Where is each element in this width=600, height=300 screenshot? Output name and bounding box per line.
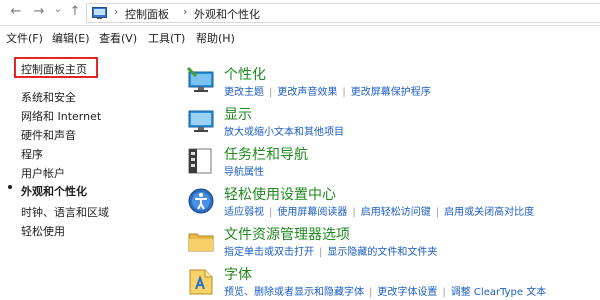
link-change-screen-saver[interactable]: 更改屏幕保护程序 (351, 87, 431, 98)
recent-locations-chevron-icon[interactable]: ⌄ (50, 2, 66, 18)
category-title[interactable]: 轻松使用设置中心 (224, 184, 336, 204)
category-title[interactable]: 文件资源管理器选项 (224, 224, 350, 244)
display-icon (188, 110, 214, 132)
sidebar-item-ease-of-access[interactable]: 轻松使用 (21, 223, 65, 239)
menu-bar: 文件(F) 编辑(E) 查看(V) 工具(T) 帮助(H) (0, 27, 600, 47)
link-divider: | (319, 247, 323, 258)
category-title[interactable]: 个性化 (224, 64, 266, 84)
fonts-icon (189, 269, 213, 295)
breadcrumb-separator[interactable]: › (183, 5, 187, 18)
breadcrumb-appearance[interactable]: 外观和个性化 (194, 6, 260, 22)
sidebar-item-system-security[interactable]: 系统和安全 (21, 89, 76, 105)
link-low-vision[interactable]: 适应弱视 (224, 207, 264, 218)
current-page-bullet-icon (8, 185, 12, 189)
category-links: 更改主题 | 更改声音效果 | 更改屏幕保护程序 (224, 83, 431, 98)
address-bar: ← → ⌄ ↑ › 控制面板 › 外观和个性化 (0, 0, 600, 26)
sidebar-home-link[interactable]: 控制面板主页 (14, 57, 98, 78)
link-divider: | (352, 207, 356, 218)
category-title[interactable]: 显示 (224, 104, 252, 124)
link-divider: | (369, 287, 373, 298)
breadcrumb-separator: › (114, 5, 119, 18)
personalization-icon (186, 66, 214, 92)
menu-tools[interactable]: 工具(T) (148, 30, 185, 46)
breadcrumb-control-panel[interactable]: 控制面板 (125, 6, 169, 22)
menu-help[interactable]: 帮助(H) (196, 30, 235, 46)
category-links: 指定单击或双击打开 | 显示隐藏的文件和文件夹 (224, 243, 437, 258)
sidebar-item-hardware-sound[interactable]: 硬件和声音 (21, 127, 76, 143)
link-divider: | (342, 87, 346, 98)
link-divider: | (435, 207, 440, 218)
link-show-hidden-files[interactable]: 显示隐藏的文件和文件夹 (327, 247, 437, 258)
sidebar-item-appearance[interactable]: 外观和个性化 (21, 183, 87, 199)
link-resize-text[interactable]: 放大或缩小文本和其他项目 (224, 127, 344, 138)
category-title[interactable]: 任务栏和导航 (224, 144, 308, 164)
link-change-theme[interactable]: 更改主题 (224, 87, 264, 98)
category-links: 预览、删除或者显示和隐藏字体 | 更改字体设置 | 调整 ClearType 文本 (224, 283, 546, 298)
category-title[interactable]: 字体 (224, 264, 252, 284)
menu-edit[interactable]: 编辑(E) (52, 30, 90, 46)
link-divider: | (442, 287, 446, 298)
sidebar-item-programs[interactable]: 程序 (21, 146, 43, 162)
up-arrow-icon[interactable]: ↑ (67, 4, 83, 20)
folder-icon (188, 233, 214, 252)
taskbar-icon (188, 148, 212, 174)
forward-arrow-icon[interactable]: → (31, 4, 47, 20)
menu-file[interactable]: 文件(F) (6, 30, 43, 46)
category-links: 适应弱视 | 使用屏幕阅读器 | 启用轻松访问键 | 启用或关闭高对比度 (224, 203, 534, 218)
sidebar-item-clock-language[interactable]: 时钟、语言和区域 (21, 204, 109, 220)
link-access-keys[interactable]: 启用轻松访问键 (361, 207, 431, 218)
link-divider: | (269, 207, 273, 218)
control-panel-icon (92, 7, 107, 19)
sidebar-home-label: 控制面板主页 (21, 63, 87, 76)
sidebar-item-network[interactable]: 网络和 Internet (21, 108, 101, 124)
menu-view[interactable]: 查看(V) (99, 30, 137, 46)
ease-of-access-icon (188, 188, 214, 214)
link-divider: | (269, 87, 273, 98)
link-high-contrast[interactable]: 启用或关闭高对比度 (444, 207, 534, 218)
link-navigation-properties[interactable]: 导航属性 (224, 167, 264, 178)
link-font-settings[interactable]: 更改字体设置 (377, 287, 437, 298)
back-arrow-icon[interactable]: ← (8, 4, 24, 20)
address-field[interactable]: › 控制面板 › 外观和个性化 (86, 3, 600, 23)
link-preview-fonts[interactable]: 预览、删除或者显示和隐藏字体 (224, 287, 364, 298)
link-screen-reader[interactable]: 使用屏幕阅读器 (277, 207, 347, 218)
link-cleartype[interactable]: 调整 ClearType 文本 (451, 287, 546, 298)
sidebar-item-user-accounts[interactable]: 用户帐户 (21, 165, 65, 181)
link-single-double-click[interactable]: 指定单击或双击打开 (224, 247, 314, 258)
link-change-sound-effects[interactable]: 更改声音效果 (277, 87, 337, 98)
category-links: 导航属性 (224, 163, 264, 178)
category-links: 放大或缩小文本和其他项目 (224, 123, 344, 138)
